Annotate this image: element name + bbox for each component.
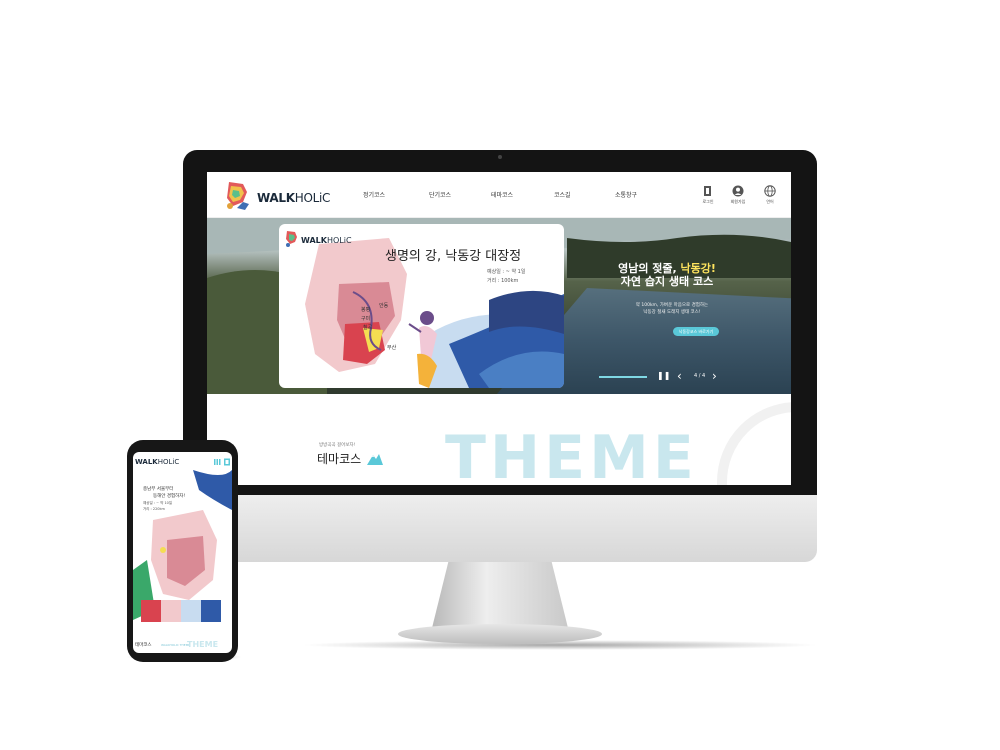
user-icon bbox=[732, 185, 744, 197]
phone-theme-strip: 테마코스 WALKHOLIC THEME THEME bbox=[133, 638, 232, 653]
phone-screen: WALKHOLiC 충남부 서울부터 동해안 경험하자! 예상일 : ~ 약 1… bbox=[133, 452, 232, 653]
signup-button[interactable]: 회원가입 bbox=[727, 185, 749, 211]
logo-text: WALKHOLiC bbox=[257, 191, 331, 205]
map-label-busan: 부산 bbox=[387, 345, 397, 351]
hero-description: 약 100km, 가벼운 마음으로 경험하는 낙동강 철새 도래지 생태 코스! bbox=[617, 302, 727, 316]
login-icon[interactable] bbox=[223, 458, 231, 466]
login-button[interactable]: 로그인 bbox=[697, 185, 719, 211]
language-button[interactable]: 언어 bbox=[759, 185, 781, 211]
hero-headline-highlight: 낙동강! bbox=[680, 262, 716, 275]
theme-big-text: THEME bbox=[445, 423, 698, 485]
theme-title: 테마코스 bbox=[317, 452, 362, 466]
theme-decoration-arc bbox=[717, 402, 791, 485]
language-label: 언어 bbox=[766, 199, 774, 204]
globe-icon bbox=[764, 185, 776, 197]
next-icon[interactable]: › bbox=[712, 370, 717, 382]
card-logo: WALKHOLiC bbox=[285, 230, 352, 252]
hero-slider: WALKHOLiC 생명의 강, 낙동강 대장정 예상일 : ~ 약 1일 거리… bbox=[207, 218, 791, 394]
nav-item-short-course[interactable]: 단기코스 bbox=[429, 190, 451, 199]
phone-text-line2: 동해안 경험하자! bbox=[153, 494, 186, 499]
phone-theme-sub: WALKHOLIC THEME bbox=[161, 643, 191, 647]
prev-icon[interactable]: ‹ bbox=[677, 370, 682, 382]
monitor-stand-base bbox=[398, 624, 602, 644]
slide-counter: 4 / 4 bbox=[694, 373, 706, 379]
login-icon bbox=[704, 186, 711, 196]
phone-theme-big: THEME bbox=[187, 640, 219, 649]
phone-meta-distance: 거리 : 220km bbox=[143, 507, 165, 511]
phone-meta: 예상일 : ~ 약 10일 거리 : 220km bbox=[143, 500, 172, 512]
map-label-bongpyeong: 봉평 bbox=[361, 307, 371, 313]
mountain-icon bbox=[367, 454, 383, 465]
desktop-screen: WALKHOLiC 정기코스 단기코스 테마코스 코스길 소통창구 로그인 회원… bbox=[207, 172, 791, 485]
nav-item-community[interactable]: 소통창구 bbox=[615, 190, 637, 199]
map-label-chilgok: 칠곡 bbox=[363, 325, 373, 331]
phone-logo[interactable]: WALKHOLiC bbox=[135, 458, 179, 466]
phone-text-line1: 충남부 서울부터 bbox=[143, 487, 174, 492]
main-nav: 정기코스 단기코스 테마코스 코스길 소통창구 bbox=[363, 190, 643, 202]
hero-course-card[interactable]: WALKHOLiC 생명의 강, 낙동강 대장정 예상일 : ~ 약 1일 거리… bbox=[279, 224, 564, 388]
phone-theme-title: 테마코스 bbox=[135, 643, 152, 648]
slide-progress-bar bbox=[599, 376, 647, 378]
card-meta-period: 예상일 : ~ 약 1일 bbox=[487, 269, 526, 275]
hero-headline: 영남의 젖줄, 낙동강! 자연 습지 생태 코스 bbox=[607, 262, 727, 288]
card-title: 생명의 강, 낙동강 대장정 bbox=[385, 249, 522, 264]
signup-label: 회원가입 bbox=[730, 199, 746, 204]
site-header: WALKHOLiC 정기코스 단기코스 테마코스 코스길 소통창구 로그인 회원… bbox=[207, 172, 791, 218]
pause-icon[interactable]: ❚❚ bbox=[657, 370, 670, 382]
login-label: 로그인 bbox=[702, 199, 714, 204]
logo-map-icon bbox=[227, 182, 249, 210]
hero-headline-line2: 자연 습지 생태 코스 bbox=[620, 275, 714, 288]
card-meta-distance: 거리 : 100km bbox=[487, 278, 519, 284]
monitor-chin bbox=[183, 494, 817, 562]
theme-subtitle: 방방곡곡 걸어보자! bbox=[319, 443, 356, 448]
nav-item-course-road[interactable]: 코스길 bbox=[554, 190, 571, 199]
nav-item-theme-course[interactable]: 테마코스 bbox=[491, 190, 513, 199]
camera-icon bbox=[498, 155, 502, 159]
monitor-stand bbox=[432, 562, 568, 628]
go-course-button[interactable]: 낙동강코스 바로가기 bbox=[673, 327, 719, 336]
hero-headline-part1: 영남의 젖줄, bbox=[618, 262, 681, 275]
menu-icon[interactable] bbox=[213, 458, 221, 466]
hero-desc-line2: 낙동강 철새 도래지 생태 코스! bbox=[643, 310, 701, 315]
map-label-gumi: 구미 bbox=[361, 316, 371, 322]
card-meta: 예상일 : ~ 약 1일 거리 : 100km bbox=[487, 268, 525, 286]
card-logo-icon bbox=[286, 231, 297, 247]
card-logo-light: HOLiC bbox=[326, 236, 352, 245]
nav-item-regular-course[interactable]: 정기코스 bbox=[363, 190, 385, 199]
hero-desc-line1: 약 100km, 가벼운 마음으로 경험하는 bbox=[635, 303, 709, 308]
map-label-andong: 안동 bbox=[379, 303, 389, 309]
card-logo-bold: WALK bbox=[301, 236, 327, 245]
theme-section: 방방곡곡 걸어보자! 테마코스 THEME bbox=[207, 394, 791, 485]
site-logo[interactable]: WALKHOLiC bbox=[223, 180, 330, 212]
